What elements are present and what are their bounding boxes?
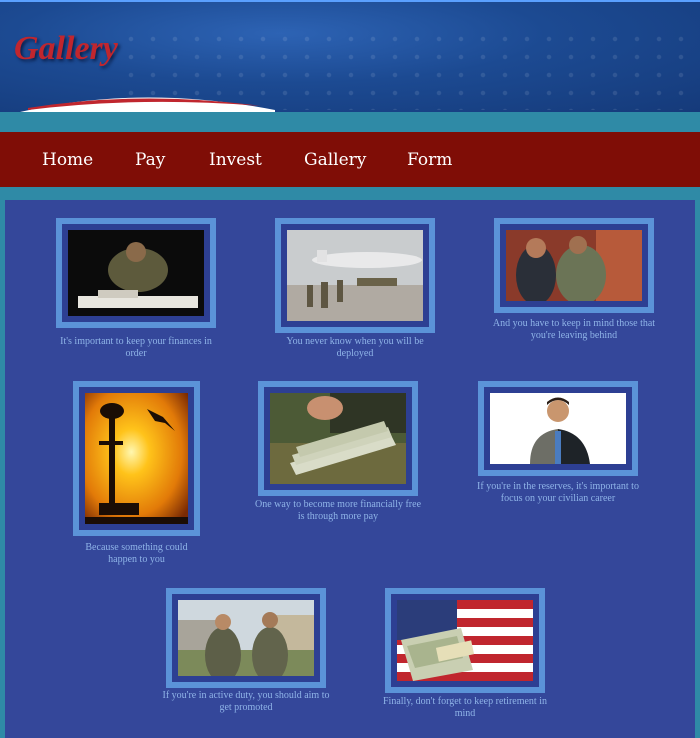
gallery-caption: If you're in active duty, you should aim… [162, 690, 330, 713]
gallery-item[interactable] [494, 218, 654, 313]
gallery-caption: Because something could happen to you [85, 542, 188, 565]
troops-plane-photo [287, 230, 423, 321]
gallery-item[interactable] [478, 381, 638, 476]
main-nav: Home Pay Invest Gallery Form [0, 132, 700, 187]
gallery-item[interactable] [275, 218, 435, 333]
nav-invest-link[interactable]: Invest [209, 150, 262, 170]
nav-gallery-link[interactable]: Gallery [304, 150, 366, 170]
header-top-line [0, 0, 700, 2]
gallery-item[interactable] [73, 381, 200, 536]
half-suit-half-uniform-photo [490, 393, 626, 464]
nav-form-link[interactable]: Form [407, 150, 452, 170]
gallery-caption: If you're in the reserves, it's importan… [477, 481, 639, 504]
page-title: Gallery [14, 30, 118, 67]
family-hug-photo [506, 230, 642, 301]
gallery-caption: Finally, don't forget to keep retirement… [383, 696, 547, 719]
promotion-photo [178, 600, 314, 676]
gallery-section: It's important to keep your finances in … [0, 200, 700, 738]
teal-divider-top [0, 112, 700, 132]
gallery-caption: You never know when you will be deployed [286, 336, 424, 359]
nav-home-link[interactable]: Home [42, 150, 93, 170]
gallery-caption: One way to become more financially free … [254, 499, 422, 522]
gallery-item[interactable] [166, 588, 326, 688]
soldier-worried-photo [68, 230, 204, 316]
gallery-item[interactable] [258, 381, 418, 496]
nav-pay-link[interactable]: Pay [135, 150, 165, 170]
header-banner: Gallery [0, 0, 700, 112]
gallery-item[interactable] [385, 588, 545, 693]
gallery-item[interactable] [56, 218, 216, 328]
memorial-sunset-photo [85, 393, 188, 524]
flag-money-photo [397, 600, 533, 681]
gallery-caption: And you have to keep in mind those that … [492, 318, 656, 341]
cash-hand-photo [270, 393, 406, 484]
gallery-caption: It's important to keep your finances in … [60, 336, 212, 359]
flag-swoosh [20, 97, 275, 112]
teal-divider-bottom [0, 187, 700, 200]
